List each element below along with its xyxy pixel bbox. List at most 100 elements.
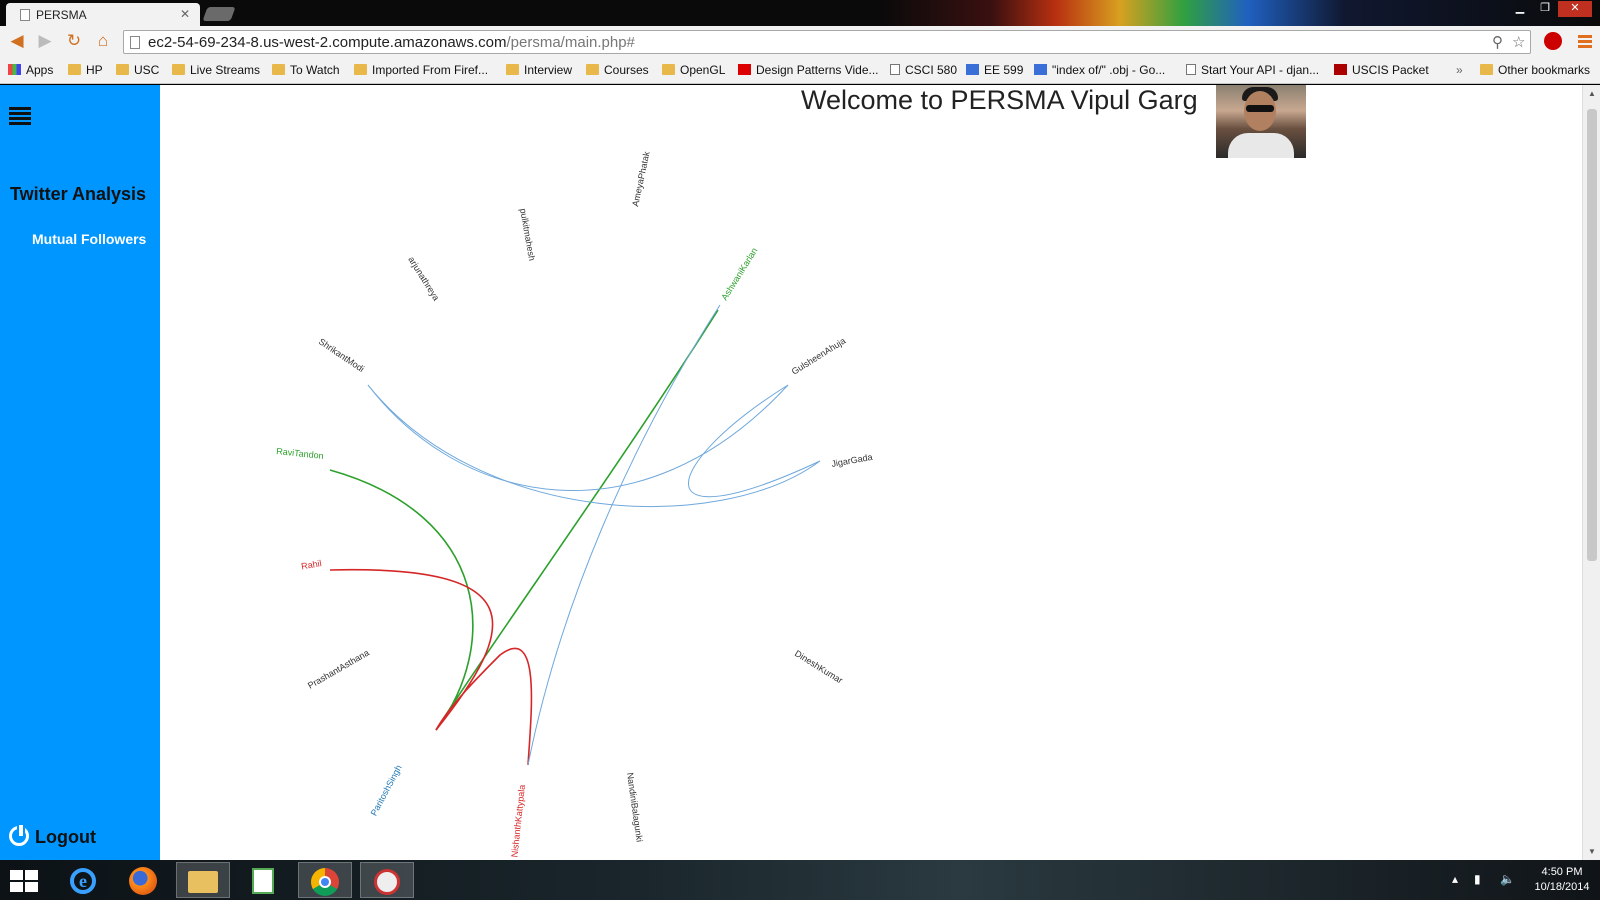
minimize-icon[interactable]: ▁ <box>1508 1 1532 17</box>
close-window-icon[interactable]: ✕ <box>1558 1 1592 17</box>
back-icon[interactable]: ◀ <box>6 31 28 53</box>
show-hidden-icons[interactable]: ▴ <box>1452 872 1458 886</box>
url-path: /persma/main.php# <box>506 34 635 51</box>
folder-icon <box>272 64 285 75</box>
logout-button[interactable]: Logout <box>9 823 96 848</box>
graph-link <box>367 384 789 492</box>
browser-tab[interactable]: PERSMA ✕ <box>6 3 200 26</box>
graph-node-label[interactable]: NishanthKattypala <box>509 784 527 858</box>
bookmark-hp[interactable]: HP <box>68 63 103 77</box>
bookmark-live-streams[interactable]: Live Streams <box>172 63 260 77</box>
scrollbar-thumb[interactable] <box>1587 109 1597 561</box>
graph-node-label[interactable]: PrashantAsthana <box>306 648 371 691</box>
sidebar-item-mutual-followers[interactable]: Mutual Followers <box>32 231 146 247</box>
start-button[interactable] <box>10 870 38 892</box>
home-icon[interactable]: ⌂ <box>92 31 114 53</box>
file-explorer-icon[interactable] <box>176 862 230 898</box>
bookmark-usc[interactable]: USC <box>116 63 159 77</box>
volume-icon[interactable]: 🔈 <box>1500 872 1515 886</box>
google-icon <box>1034 64 1047 75</box>
bookmark-index-of[interactable]: "index of/" .obj - Go... <box>1034 63 1165 77</box>
scroll-down-icon[interactable]: ▼ <box>1588 847 1596 856</box>
clock-time: 4:50 PM <box>1541 866 1583 878</box>
graph-node-label[interactable]: AmeyaPhatak <box>630 150 652 207</box>
youtube-icon <box>738 64 751 75</box>
new-tab-button[interactable] <box>202 7 236 21</box>
piazza-icon <box>966 64 979 75</box>
browser-toolbar: ◀ ▶ ↻ ⌂ ec2-54-69-234-8.us-west-2.comput… <box>0 26 1600 58</box>
graph-node-label[interactable]: Rahil <box>300 558 322 571</box>
url-host: ec2-54-69-234-8.us-west-2.compute.amazon… <box>148 34 507 51</box>
address-bar[interactable]: ec2-54-69-234-8.us-west-2.compute.amazon… <box>123 30 1531 54</box>
usc-icon <box>1334 64 1347 75</box>
scroll-up-icon[interactable]: ▲ <box>1588 89 1596 98</box>
bookmarks-overflow[interactable]: » <box>1456 63 1463 77</box>
graph-node-label[interactable]: AshwaniKarlan <box>719 246 759 302</box>
bookmarks-bar: Apps HP USC Live Streams To Watch Import… <box>0 58 1600 84</box>
forward-icon[interactable]: ▶ <box>34 31 56 53</box>
menu-icon[interactable] <box>1578 35 1592 48</box>
page-icon <box>20 9 30 21</box>
graph-node-label[interactable]: ParitoshSingh <box>369 763 404 817</box>
system-clock[interactable]: 4:50 PM 10/18/2014 <box>1528 865 1596 895</box>
graph-node-label[interactable]: pulkitmahesh <box>518 208 537 262</box>
restore-icon[interactable]: ❐ <box>1533 1 1557 17</box>
adblock-icon[interactable] <box>1544 32 1562 50</box>
apps-icon <box>8 64 21 75</box>
close-tab-icon[interactable]: ✕ <box>180 7 190 21</box>
document-icon <box>1186 64 1196 75</box>
menu-toggle-icon[interactable] <box>9 107 31 127</box>
folder-icon <box>354 64 367 75</box>
bookmark-ee599[interactable]: EE 599 <box>966 63 1023 77</box>
graph-link <box>435 309 719 731</box>
taskbar: e ▴ ▮ 🔈 4:50 PM 10/18/2014 <box>0 860 1600 900</box>
bookmark-design-patterns[interactable]: Design Patterns Vide... <box>738 63 879 77</box>
folder-icon <box>116 64 129 75</box>
bookmark-uscis-packet[interactable]: USCIS Packet <box>1334 63 1429 77</box>
bookmark-start-your-api[interactable]: Start Your API - djan... <box>1186 63 1319 77</box>
power-icon <box>9 823 29 846</box>
graph-node-label[interactable]: arjunathreya <box>406 255 441 303</box>
bookmark-to-watch[interactable]: To Watch <box>272 63 340 77</box>
bookmark-opengl[interactable]: OpenGL <box>662 63 725 77</box>
bookmark-imported[interactable]: Imported From Firef... <box>354 63 488 77</box>
graph-link <box>527 304 721 766</box>
bookmark-apps[interactable]: Apps <box>8 63 53 77</box>
internet-explorer-icon[interactable]: e <box>56 862 110 898</box>
network-icon[interactable]: ▮ <box>1474 872 1481 886</box>
firefox-icon[interactable] <box>116 862 170 898</box>
page-content: Twitter Analysis Mutual Followers Logout… <box>0 85 1600 860</box>
bookmark-csci580[interactable]: CSCI 580 <box>890 63 957 77</box>
folder-icon <box>68 64 81 75</box>
scrollbar[interactable]: ▲ ▼ <box>1582 85 1600 860</box>
bookmark-courses[interactable]: Courses <box>586 63 649 77</box>
graph-node-label[interactable]: GulsheenAhuja <box>790 336 847 377</box>
notepad-plus-icon[interactable] <box>236 862 290 898</box>
folder-icon <box>506 64 519 75</box>
folder-icon <box>586 64 599 75</box>
chrome-icon[interactable] <box>298 862 352 898</box>
document-icon <box>890 64 900 75</box>
graph-node-label[interactable]: ShrikantModi <box>317 336 366 374</box>
folder-icon <box>1480 64 1493 75</box>
graph-link <box>688 384 821 498</box>
search-icon[interactable]: ⚲ <box>1492 33 1503 51</box>
graph-node-label[interactable]: RaviTandon <box>276 446 324 461</box>
folder-icon <box>662 64 675 75</box>
mutual-followers-graph: pulkitmahesh AmeyaPhatak AshwaniKarlan arju… <box>276 150 874 858</box>
reload-icon[interactable]: ↻ <box>63 31 85 53</box>
page-info-icon <box>130 36 140 49</box>
bookmark-interview[interactable]: Interview <box>506 63 572 77</box>
sidebar-title: Twitter Analysis <box>10 184 147 204</box>
graph-node-label[interactable]: JigarGada <box>831 452 874 469</box>
tab-title: PERSMA <box>36 8 87 22</box>
bookmark-star-icon[interactable]: ☆ <box>1512 33 1525 51</box>
graph-node-label[interactable]: DineshKumar <box>793 648 845 685</box>
sidebar: Twitter Analysis Mutual Followers Logout <box>0 85 160 860</box>
other-bookmarks[interactable]: Other bookmarks <box>1480 63 1590 77</box>
folder-icon <box>172 64 185 75</box>
graph-node-label[interactable]: NandiniBalagunki <box>625 772 645 843</box>
browser-titlebar: PERSMA ✕ ▁ ❐ ✕ <box>0 0 1600 26</box>
snipping-tool-icon[interactable] <box>360 862 414 898</box>
clock-date: 10/18/2014 <box>1534 881 1590 893</box>
